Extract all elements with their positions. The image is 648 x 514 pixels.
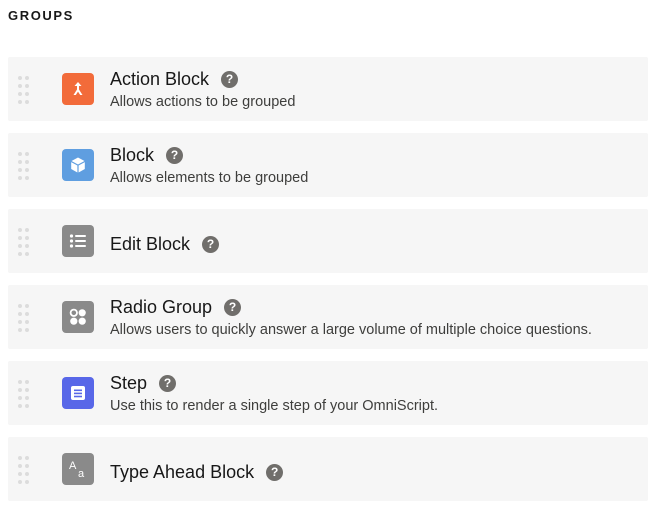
drag-handle-icon[interactable]: [18, 228, 30, 256]
item-title: Radio Group: [110, 297, 213, 317]
item-description: Use this to render a single step of your…: [110, 398, 439, 414]
item-title: Type Ahead Block: [110, 462, 255, 482]
help-icon[interactable]: ?: [266, 463, 284, 481]
drag-handle-icon[interactable]: [18, 304, 30, 332]
item-description: Allows actions to be grouped: [110, 94, 296, 110]
list-item-block[interactable]: Block ? Allows elements to be grouped: [8, 133, 648, 197]
drag-handle-icon[interactable]: [18, 380, 30, 408]
form-icon: [62, 377, 94, 409]
drag-handle-icon[interactable]: [18, 76, 30, 104]
help-icon[interactable]: ?: [159, 374, 177, 392]
help-icon[interactable]: ?: [221, 70, 239, 88]
groups-list: Action Block ? Allows actions to be grou…: [8, 57, 648, 513]
item-title: Block: [110, 145, 155, 165]
list-item-action-block[interactable]: Action Block ? Allows actions to be grou…: [8, 57, 648, 121]
list-icon: [62, 225, 94, 257]
drag-handle-icon[interactable]: [18, 456, 30, 484]
list-item-radio-group[interactable]: Radio Group ? Allows users to quickly an…: [8, 285, 648, 349]
section-title-groups: GROUPS: [8, 8, 74, 23]
item-description: Allows elements to be grouped: [110, 170, 309, 186]
item-title: Edit Block: [110, 234, 191, 254]
merge-arrows-icon: [62, 73, 94, 105]
list-item-edit-block[interactable]: Edit Block ?: [8, 209, 648, 273]
drag-handle-icon[interactable]: [18, 152, 30, 180]
cube-icon: [62, 149, 94, 181]
list-item-type-ahead-block[interactable]: A a Type Ahead Block ?: [8, 437, 648, 501]
list-item-step[interactable]: Step ? Use this to render a single step …: [8, 361, 648, 425]
help-icon[interactable]: ?: [166, 146, 184, 164]
type-ahead-icon-letter-small: a: [78, 468, 85, 480]
item-title: Step: [110, 373, 148, 393]
help-icon[interactable]: ?: [202, 235, 220, 253]
item-description: Allows users to quickly answer a large v…: [110, 322, 592, 338]
type-ahead-icon-letter-big: A: [69, 460, 77, 472]
radio-group-icon: [62, 301, 94, 333]
help-icon[interactable]: ?: [224, 298, 242, 316]
type-ahead-icon: A a: [62, 453, 94, 485]
item-title: Action Block: [110, 69, 210, 89]
